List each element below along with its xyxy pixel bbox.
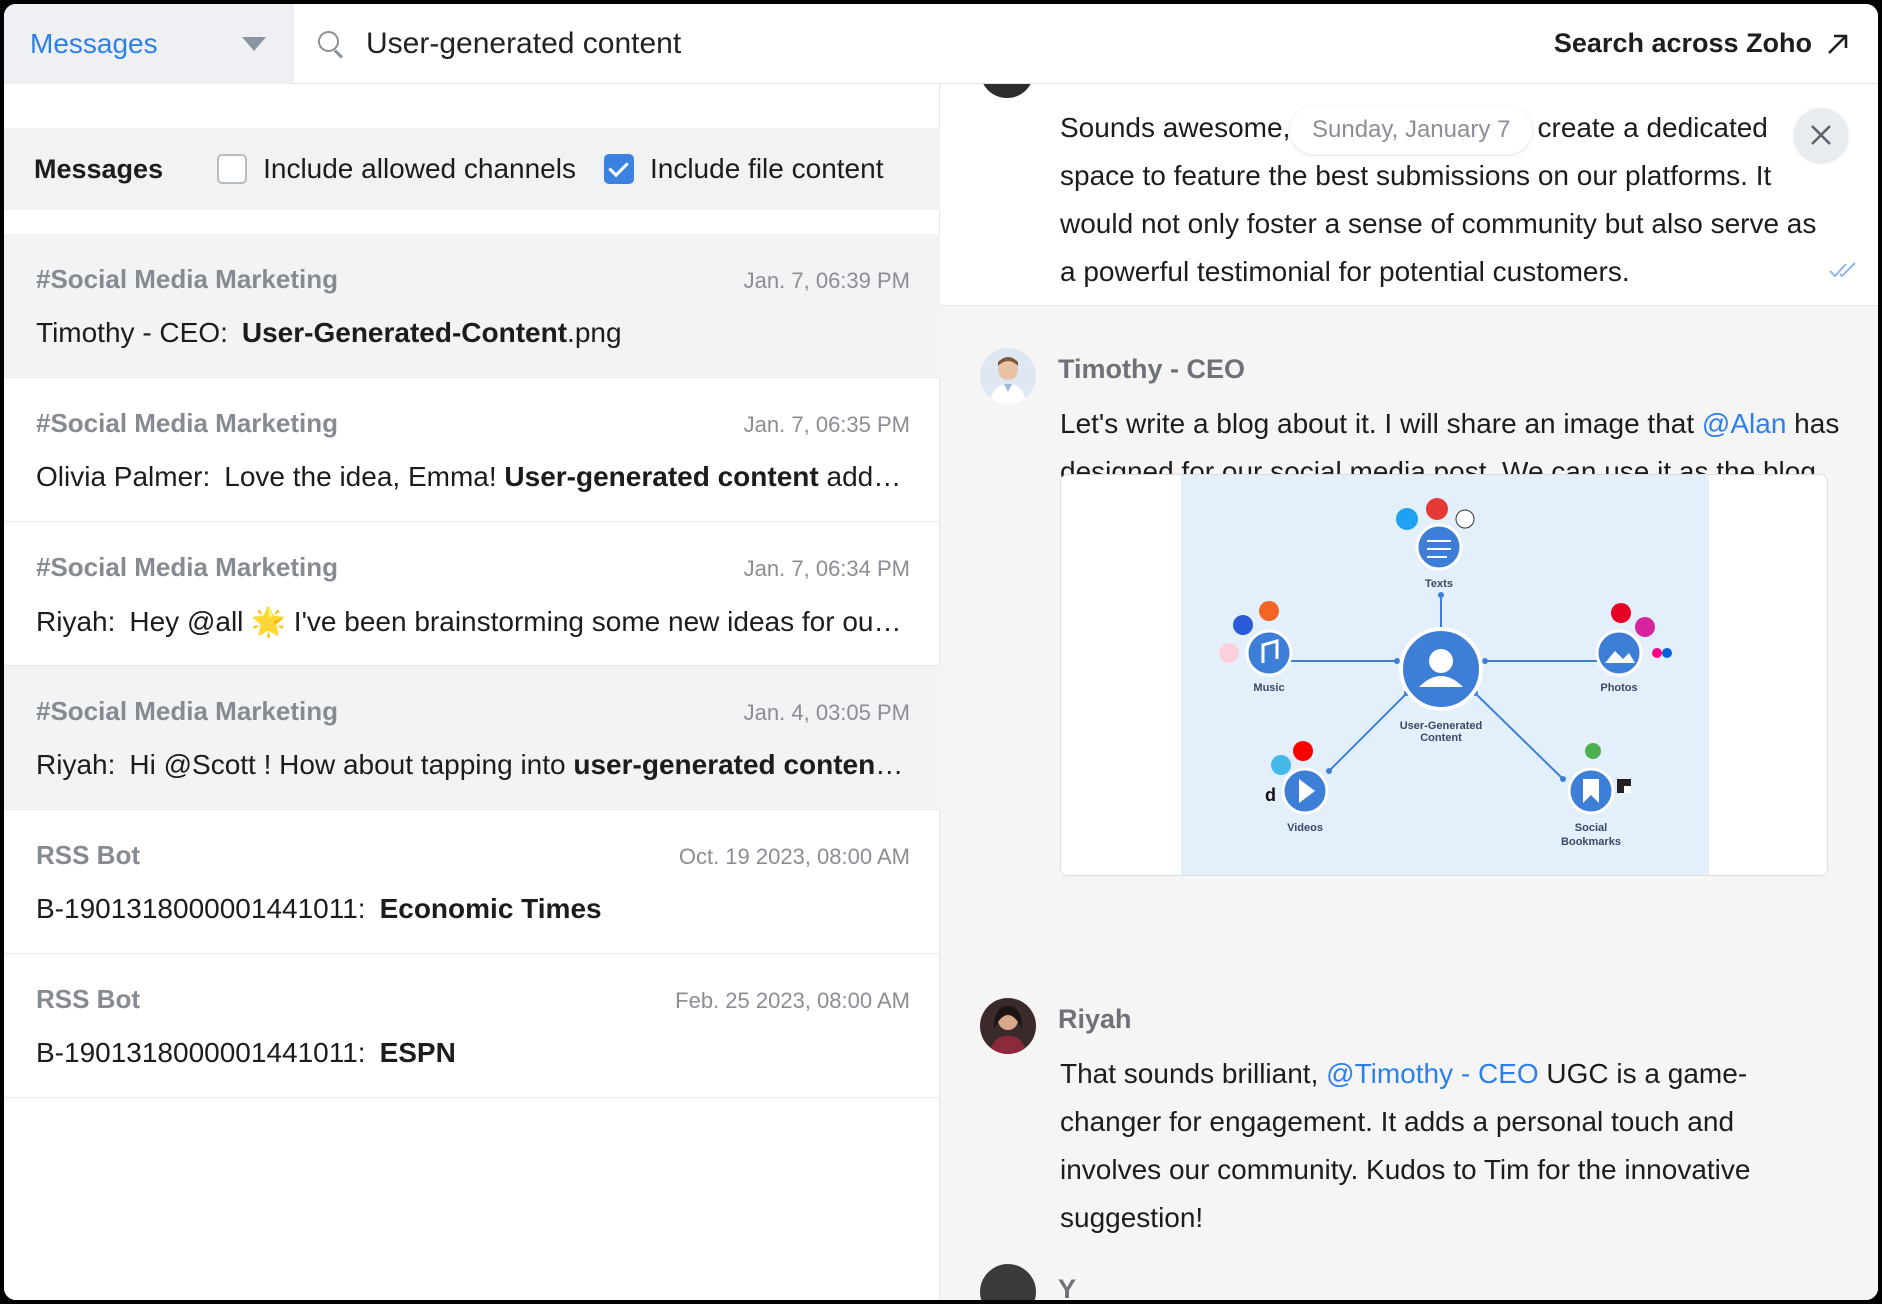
- result-time: Feb. 25 2023, 08:00 AM: [675, 988, 910, 1013]
- result-snippet: Riyah: Hi @Scott ! How about tapping into…: [36, 749, 910, 781]
- message-sender: Timothy - CEO: [1058, 354, 1246, 384]
- mention-link[interactable]: @Timothy - CEO: [1326, 1058, 1539, 1089]
- result-snippet: Olivia Palmer: Love the idea, Emma! User-…: [36, 461, 910, 493]
- message[interactable]: Riyah That sounds brilliant, @Timothy - …: [940, 984, 1878, 1284]
- search-icon: [318, 30, 344, 57]
- message-sender: Riyah: [1058, 1004, 1132, 1034]
- include-allowed-channels-label: Include allowed channels: [263, 153, 576, 184]
- avatar-riyah-image: [980, 998, 1036, 1054]
- snippet-text: Hey @all 🌟 I've been brainstorming some …: [129, 606, 910, 637]
- filter-title: Messages: [34, 153, 164, 184]
- result-sender: B-1901318000001441011:: [36, 893, 366, 924]
- avatar: [980, 1264, 1036, 1300]
- result-item[interactable]: RSS Bot Oct. 19 2023, 08:00 AM B-1901318…: [4, 810, 940, 954]
- diagram-music-label: Music: [1253, 682, 1284, 694]
- results-list: #Social Media Marketing Jan. 7, 06:39 PM…: [4, 234, 940, 1098]
- diagram-videos-label: Videos: [1287, 822, 1323, 834]
- result-item[interactable]: #Social Media Marketing Jan. 7, 06:34 PM…: [4, 522, 940, 666]
- result-snippet: Timothy - CEO: User-Generated-Content.png: [36, 317, 910, 349]
- snippet-highlight: user-generated content: [573, 749, 885, 780]
- result-time: Jan. 7, 06:39 PM: [743, 268, 910, 293]
- search-scope-label: Messages: [30, 28, 158, 59]
- message[interactable]: Timothy - CEO Let's write a blog about i…: [940, 324, 1878, 964]
- message-text-part: Sounds awesome,: [1060, 112, 1299, 143]
- message-sender: Y: [1058, 1274, 1077, 1300]
- result-item[interactable]: #Social Media Marketing Jan. 4, 03:05 PM…: [4, 666, 940, 810]
- search-bar: Messages Search across Zoho: [4, 4, 1878, 84]
- snippet-highlight: ESPN: [379, 1037, 456, 1068]
- diagram-center-label-2: Content: [1420, 732, 1462, 744]
- message-text: That sounds brilliant, @Timothy - CEO UG…: [1060, 1050, 1840, 1242]
- result-item[interactable]: #Social Media Marketing Jan. 7, 06:35 PM…: [4, 378, 940, 522]
- conversation-panel: Sounds awesome, n create a dedicated spa…: [940, 84, 1878, 1300]
- message-text-part: Let's write a blog about it. I will shar…: [1060, 408, 1702, 439]
- message-highlighted[interactable]: Sounds awesome, n create a dedicated spa…: [940, 84, 1878, 306]
- checkbox-checked[interactable]: [603, 154, 634, 184]
- snippet-highlight: Economic Times: [379, 893, 602, 924]
- result-sender: Riyah:: [36, 606, 116, 637]
- result-time: Jan. 7, 06:34 PM: [743, 556, 910, 581]
- search-scope-dropdown[interactable]: Messages: [4, 4, 294, 84]
- app-window: Messages Search across Zoho Messages Inc…: [4, 4, 1878, 1300]
- message-partial[interactable]: Y: [940, 1264, 1878, 1300]
- search-across-zoho-button[interactable]: Search across Zoho: [1554, 4, 1878, 83]
- close-icon: [1811, 125, 1831, 145]
- external-arrow-icon: [1828, 34, 1848, 54]
- result-snippet: B-1901318000001441011: Economic Times: [36, 893, 910, 925]
- snippet-text: .png: [567, 317, 622, 348]
- dailymotion-icon: d: [1265, 785, 1276, 805]
- avatar: [980, 84, 1034, 98]
- search-results-panel: Messages Include allowed channels Includ…: [4, 84, 940, 1300]
- snippet-text: Hi @Scott ! How about tapping into: [129, 749, 574, 780]
- snippet-text: Love the idea, Emma!: [224, 461, 505, 492]
- result-time: Jan. 7, 06:35 PM: [743, 412, 910, 437]
- result-sender: Olivia Palmer:: [36, 461, 211, 492]
- result-snippet: Riyah: Hey @all 🌟 I've been brainstorming…: [36, 605, 910, 638]
- result-snippet: B-1901318000001441011: ESPN: [36, 1037, 910, 1069]
- result-sender: B-1901318000001441011:: [36, 1037, 366, 1068]
- diagram-bookmarks-label: Bookmarks: [1561, 836, 1621, 848]
- result-item[interactable]: #Social Media Marketing Jan. 7, 06:39 PM…: [4, 234, 940, 378]
- checkbox-unchecked[interactable]: [217, 154, 248, 184]
- date-divider-pill: Sunday, January 7: [1290, 106, 1533, 154]
- close-button[interactable]: [1794, 108, 1848, 162]
- double-check-icon: [1829, 262, 1856, 278]
- diagram-social-label: Social: [1575, 822, 1607, 834]
- filter-bar: Messages Include allowed channels Includ…: [4, 128, 940, 210]
- search-input[interactable]: [366, 26, 1166, 61]
- result-time: Oct. 19 2023, 08:00 AM: [678, 844, 910, 869]
- snippet-text: adds authenticity to our brand and engag…: [826, 461, 910, 492]
- ugc-diagram-svg: User-Generated Content Texts Music Photo…: [1219, 498, 1672, 848]
- include-file-content-label: Include file content: [649, 153, 884, 184]
- avatar: [980, 998, 1036, 1054]
- message-text-part: That sounds brilliant,: [1060, 1058, 1327, 1089]
- snippet-highlight: User-generated content: [504, 461, 819, 492]
- include-allowed-channels-checkbox[interactable]: Include allowed channels: [217, 153, 576, 185]
- result-sender: Timothy - CEO:: [36, 317, 228, 348]
- search-field-wrapper: [294, 4, 1554, 83]
- diagram-texts-label: Texts: [1425, 578, 1453, 590]
- result-sender: Riyah:: [36, 749, 116, 780]
- result-time: Jan. 4, 03:05 PM: [743, 700, 910, 725]
- ugc-diagram-image: User-Generated Content Texts Music Photo…: [1181, 475, 1709, 875]
- image-attachment[interactable]: User-Generated Content Texts Music Photo…: [1060, 474, 1828, 876]
- chevron-down-icon: [242, 37, 266, 51]
- avatar-timothy-image: [980, 348, 1036, 404]
- search-across-label: Search across Zoho: [1553, 28, 1812, 58]
- result-item[interactable]: RSS Bot Feb. 25 2023, 08:00 AM B-1901318…: [4, 954, 940, 1098]
- diagram-center-label: User-Generated: [1400, 720, 1483, 732]
- avatar: [980, 348, 1036, 404]
- diagram-photos-label: Photos: [1600, 682, 1637, 694]
- mention-link[interactable]: @Alan: [1702, 408, 1786, 439]
- snippet-highlight: User-Generated-Content: [241, 317, 568, 348]
- include-file-content-checkbox[interactable]: Include file content: [603, 153, 884, 185]
